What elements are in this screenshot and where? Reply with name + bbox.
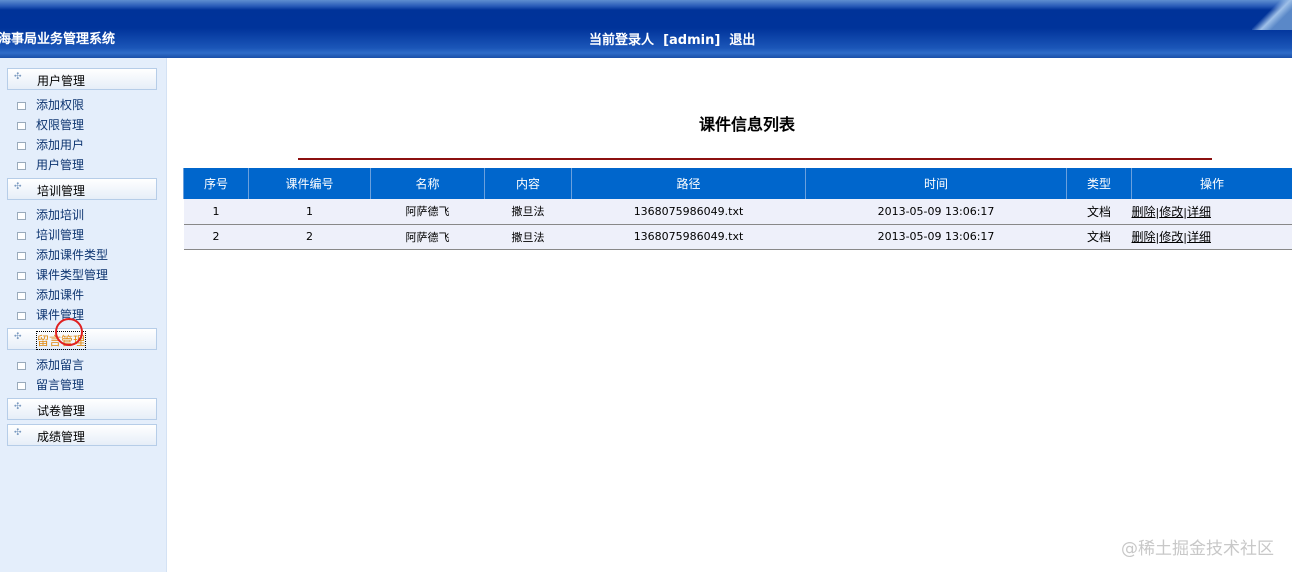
header-bar: 海事局业务管理系统 当前登录人 [admin] 退出 (0, 0, 1292, 58)
delete-link[interactable]: 删除 (1132, 205, 1156, 219)
cell-content: 撒旦法 (484, 224, 572, 250)
cell-actions: 删除|修改|详细 (1131, 199, 1292, 225)
login-info: 当前登录人 [admin] 退出 (589, 29, 755, 48)
sidebar-item[interactable]: 添加留言 (17, 356, 84, 374)
item-icon (17, 161, 26, 170)
col-header: 类型 (1066, 168, 1132, 199)
item-icon (17, 141, 26, 150)
plus-icon: ✣ (14, 402, 22, 412)
login-label: 当前登录人 (589, 33, 655, 48)
group-label: 用户管理 (37, 74, 86, 88)
item-label: 添加权限 (36, 98, 85, 112)
item-icon (17, 311, 26, 320)
cell-name: 阿萨德飞 (370, 224, 485, 250)
cell-path: 1368075986049.txt (571, 199, 806, 225)
plus-icon: ✣ (14, 72, 22, 82)
delete-link[interactable]: 删除 (1132, 230, 1156, 244)
item-label: 添加留言 (36, 358, 85, 372)
sidebar-item[interactable]: 留言管理 (17, 376, 84, 394)
sidebar-item[interactable]: 添加权限 (17, 96, 84, 114)
col-header: 课件编号 (248, 168, 371, 199)
col-header: 内容 (484, 168, 572, 199)
group-label: 成绩管理 (37, 430, 86, 444)
col-header: 操作 (1131, 168, 1292, 199)
item-label: 留言管理 (36, 378, 85, 392)
click-indicator (55, 318, 83, 346)
sidebar-group-user[interactable]: ✣ 用户管理 (7, 68, 157, 90)
cell-name: 阿萨德飞 (370, 199, 485, 225)
item-icon (17, 271, 26, 280)
item-icon (17, 361, 26, 370)
table-row: 1 1 阿萨德飞 撒旦法 1368075986049.txt 2013-05-0… (183, 199, 1292, 225)
edit-link[interactable]: 修改 (1159, 230, 1183, 244)
item-label: 添加课件类型 (36, 248, 109, 262)
item-icon (17, 101, 26, 110)
group-label: 培训管理 (37, 184, 86, 198)
edit-link[interactable]: 修改 (1159, 205, 1183, 219)
courseware-table: 序号 课件编号 名称 内容 路径 时间 类型 操作 1 1 阿萨德飞 撒旦法 1… (183, 168, 1292, 250)
sidebar: ✣ 用户管理 添加权限 权限管理 添加用户 用户管理 ✣ 培训管理 添加培训 培训管… (0, 58, 167, 572)
cell-path: 1368075986049.txt (571, 224, 806, 250)
page-title: 课件信息列表 (699, 115, 796, 134)
table-header: 序号 课件编号 名称 内容 路径 时间 类型 操作 (183, 168, 1292, 199)
sidebar-item[interactable]: 用户管理 (17, 156, 84, 174)
sidebar-item[interactable]: 添加培训 (17, 206, 84, 224)
cell-time: 2013-05-09 13:06:17 (805, 199, 1067, 225)
title-divider (298, 158, 1212, 160)
item-icon (17, 291, 26, 300)
cell-code: 2 (248, 224, 371, 250)
sidebar-group-score[interactable]: ✣ 成绩管理 (7, 424, 157, 446)
sidebar-item[interactable]: 培训管理 (17, 226, 84, 244)
detail-link[interactable]: 详细 (1187, 230, 1211, 244)
item-label: 培训管理 (36, 228, 85, 242)
logout-link[interactable]: 退出 (729, 33, 755, 48)
cell-type: 文档 (1066, 224, 1132, 250)
cell-actions: 删除|修改|详细 (1131, 224, 1292, 250)
item-label: 权限管理 (36, 118, 85, 132)
current-user: [admin] (663, 33, 721, 48)
table-row: 2 2 阿萨德飞 撒旦法 1368075986049.txt 2013-05-0… (183, 224, 1292, 250)
col-header: 时间 (805, 168, 1067, 199)
cell-type: 文档 (1066, 199, 1132, 225)
item-icon (17, 251, 26, 260)
cell-no: 1 (183, 199, 249, 225)
col-header: 序号 (183, 168, 249, 199)
item-label: 课件类型管理 (36, 268, 109, 282)
sidebar-item[interactable]: 权限管理 (17, 116, 84, 134)
item-icon (17, 381, 26, 390)
plus-icon: ✣ (14, 182, 22, 192)
item-label: 添加用户 (36, 138, 85, 152)
col-header: 路径 (571, 168, 806, 199)
app-title: 海事局业务管理系统 (0, 32, 116, 47)
item-icon (17, 211, 26, 220)
cell-no: 2 (183, 224, 249, 250)
sidebar-item[interactable]: 课件类型管理 (17, 266, 108, 284)
item-label: 添加课件 (36, 288, 85, 302)
detail-link[interactable]: 详细 (1187, 205, 1211, 219)
cell-code: 1 (248, 199, 371, 225)
sidebar-item[interactable]: 添加课件类型 (17, 246, 108, 264)
sidebar-group-training[interactable]: ✣ 培训管理 (7, 178, 157, 200)
item-icon (17, 121, 26, 130)
item-label: 用户管理 (36, 158, 85, 172)
item-icon (17, 231, 26, 240)
sidebar-item[interactable]: 添加课件 (17, 286, 84, 304)
plus-icon: ✣ (14, 332, 22, 342)
cell-time: 2013-05-09 13:06:17 (805, 224, 1067, 250)
cell-content: 撒旦法 (484, 199, 572, 225)
header-decoration (1252, 0, 1292, 30)
col-header: 名称 (370, 168, 485, 199)
plus-icon: ✣ (14, 428, 22, 438)
sidebar-item[interactable]: 添加用户 (17, 136, 84, 154)
group-label: 试卷管理 (37, 404, 86, 418)
watermark: @稀土掘金技术社区 (1121, 539, 1274, 559)
item-label: 添加培训 (36, 208, 85, 222)
sidebar-group-exam[interactable]: ✣ 试卷管理 (7, 398, 157, 420)
